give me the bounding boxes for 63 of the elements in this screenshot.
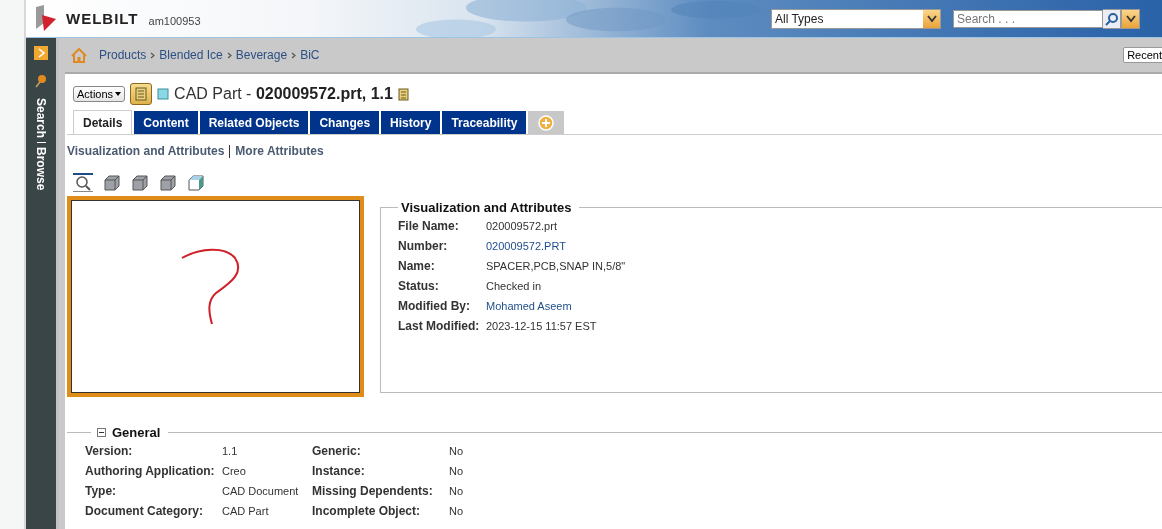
field-label: Incomplete Object: [312,504,422,518]
search-field[interactable]: Search . . . [953,9,1103,28]
field-value: 1.1 [222,445,239,457]
field-label: File Name: [398,219,460,233]
field-value: No [449,485,464,497]
chevron-down-icon[interactable] [1121,8,1140,29]
caret-icon [115,92,122,96]
chevron-right-icon [226,51,232,59]
field-label: Name: [398,259,436,273]
tab[interactable]: Content [134,111,198,134]
field-label: Document Category: [85,504,204,518]
field-value: No [449,465,464,477]
field-value: CAD Part [222,505,270,517]
panel-title: General [112,425,161,440]
tab[interactable]: Related Objects [199,111,309,134]
chevron-right-icon [150,51,156,59]
field-value: Creo [222,465,247,477]
type-dropdown[interactable]: All Types [771,8,941,29]
field-value: No [449,505,464,517]
field-label: Instance: [312,464,366,478]
breadcrumb-link[interactable]: BiC [300,48,320,62]
chevron-right-icon [291,51,297,59]
field-label: Generic: [312,444,362,458]
chevron-down-icon [923,9,940,28]
field-value: 020009572.prt [486,220,558,232]
sub-tab-link[interactable]: More Attributes [235,144,324,158]
field-value: CAD Document [222,485,300,497]
panel-title: Visualization and Attributes [400,200,573,215]
field-value: SPACER,PCB,SNAP IN,5/8" [486,260,627,272]
field-label: Version: [85,444,134,458]
field-label: Modified By: [398,299,471,313]
breadcrumb-link[interactable]: Beverage [235,48,288,62]
field-label: Type: [85,484,118,498]
breadcrumb-link[interactable]: Products [99,48,147,62]
field-link[interactable]: 020009572.PRT [486,240,1162,252]
document-icon[interactable] [397,87,409,101]
field-value: No [449,445,464,457]
collapse-icon[interactable] [97,428,106,437]
sub-tab-link[interactable]: Visualization and Attributes [67,144,225,158]
recent-button[interactable]: Recent [1123,47,1162,63]
field-label: Last Modified: [398,319,481,333]
field-label: Number: [398,239,449,253]
field-value: 2023-12-15 11:57 EST [486,320,598,332]
breadcrumb-link[interactable]: Blended Ice [159,48,223,62]
tab[interactable]: Traceability [442,111,527,134]
sidebar-link[interactable]: Search [34,98,48,139]
document-icon[interactable] [130,83,153,105]
search-icon[interactable] [1103,8,1121,29]
pin-icon[interactable] [35,74,47,88]
tab[interactable]: History [381,111,441,134]
field-label: Status: [398,279,440,293]
tab[interactable]: Details [73,110,133,134]
field-link[interactable]: Mohamed Aseem [486,300,1162,312]
field-value: Checked in [486,280,543,292]
user-id: am100953 [148,14,201,27]
sidebar-link[interactable]: Browse [34,147,48,191]
page-title: CAD Part - 020009572.prt, 1.1 [174,85,393,103]
actions-button[interactable]: Actions [73,86,126,102]
field-label: Missing Dependents: [312,484,434,498]
brand-name: WELBILT [66,10,139,27]
field-label: Authoring Application: [85,464,216,478]
tab[interactable]: Changes [310,111,380,134]
zoom-icon[interactable] [73,173,93,192]
